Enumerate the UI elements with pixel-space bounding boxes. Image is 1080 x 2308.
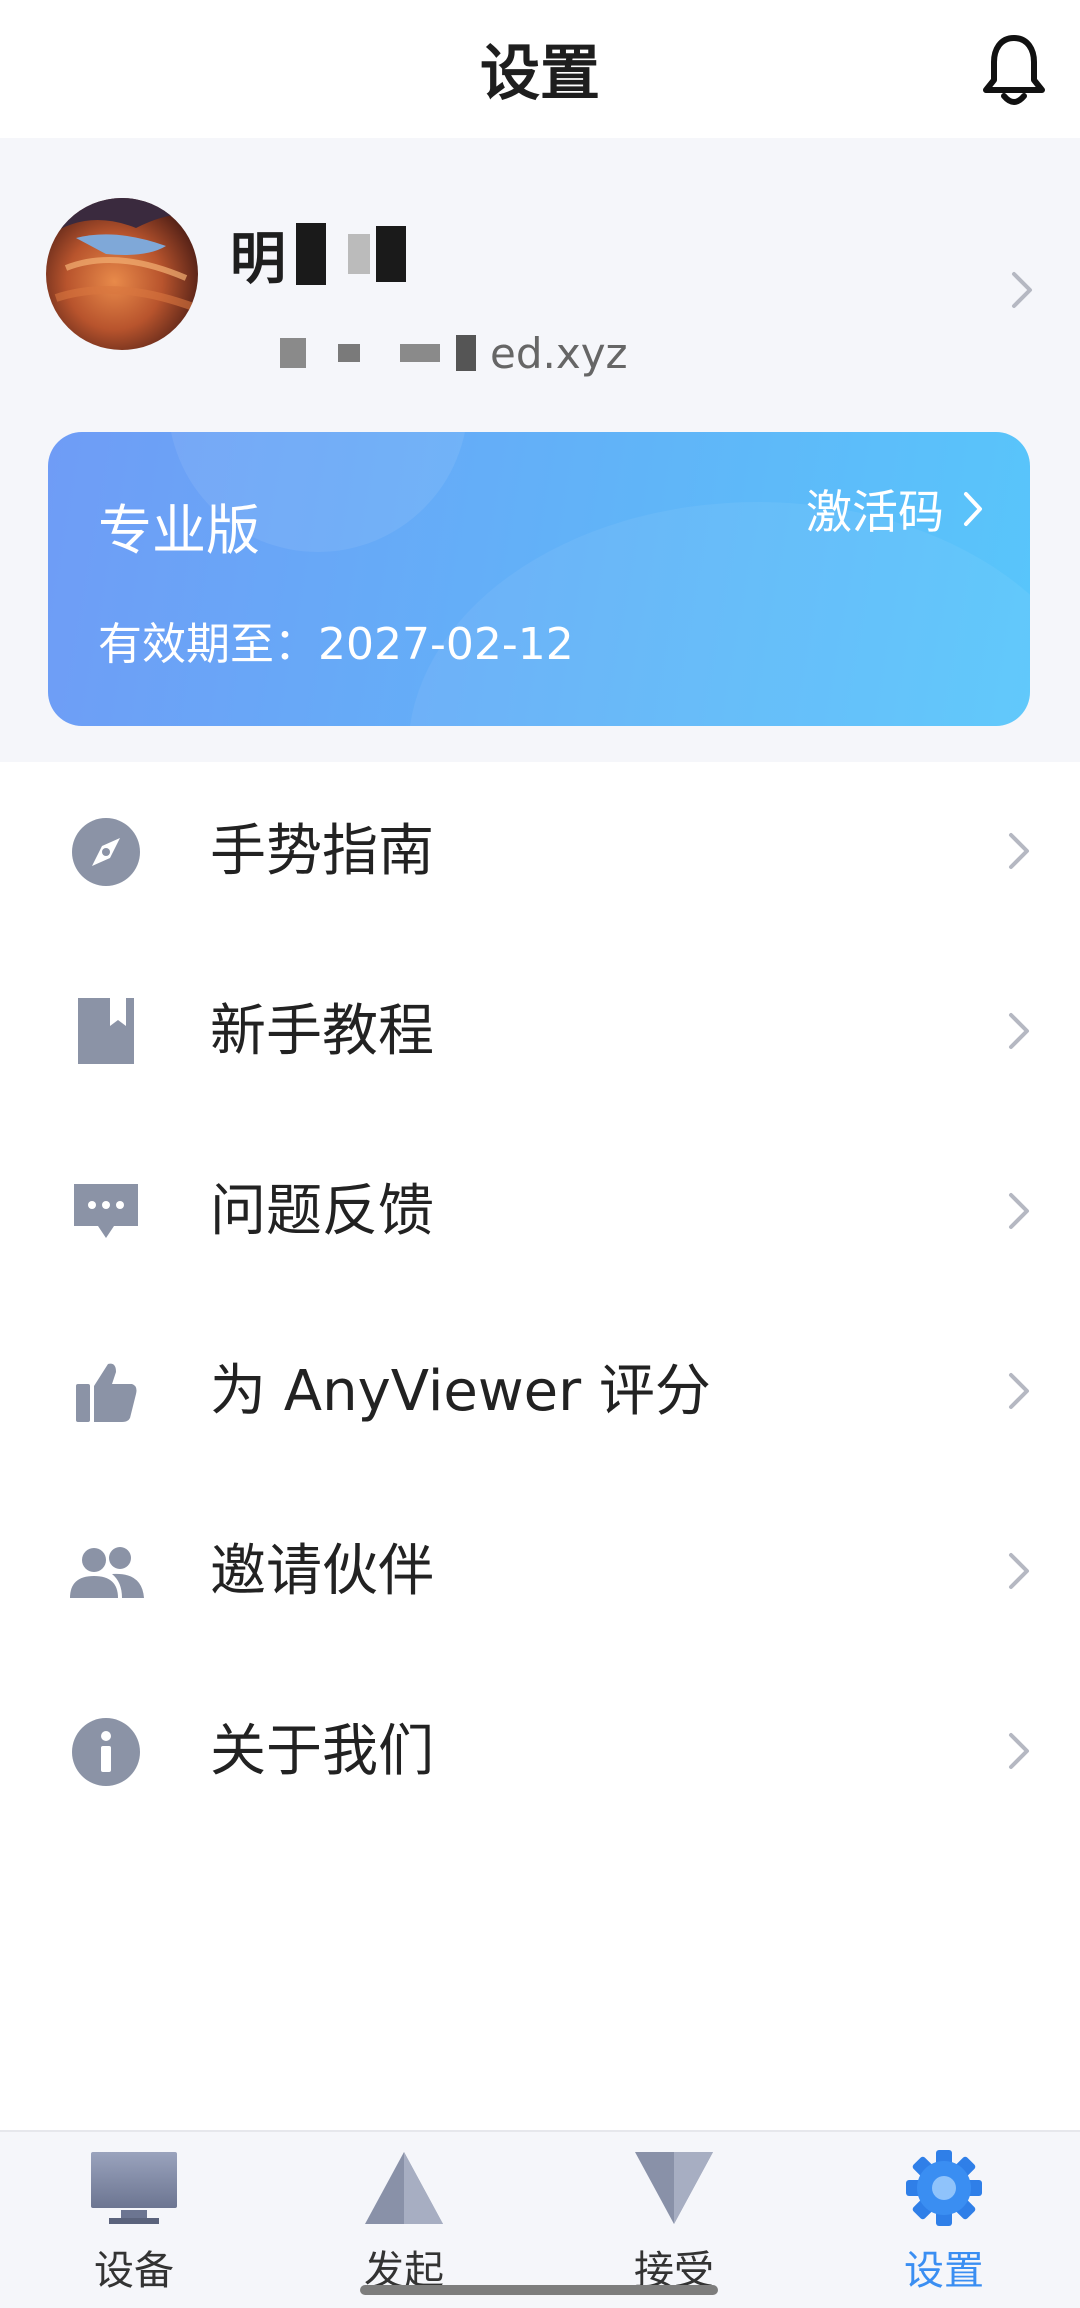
avatar[interactable] <box>46 198 198 350</box>
redaction-block <box>338 344 360 362</box>
menu-item-gesture-guide[interactable]: 手势指南 <box>0 762 1080 942</box>
chevron-right-icon <box>1009 1733 1029 1769</box>
menu-item-feedback[interactable]: 问题反馈 <box>0 1122 1080 1302</box>
book-icon <box>78 998 134 1064</box>
top-bar: 设置 <box>0 0 1080 138</box>
redaction-block <box>400 344 440 362</box>
profile-row[interactable]: 明 ed.xyz <box>0 138 1080 430</box>
profile-email: ed.xyz <box>280 318 628 388</box>
chevron-right-icon <box>1009 1553 1029 1589</box>
menu-item-label: 问题反馈 <box>210 1179 434 1244</box>
menu-item-label: 新手教程 <box>210 999 434 1064</box>
info-icon <box>72 1718 140 1786</box>
redaction-block <box>376 226 406 282</box>
tab-settings[interactable]: 设置 <box>834 2132 1054 2308</box>
profile-name: 明 <box>230 214 406 294</box>
triangle-up-icon <box>365 2152 443 2224</box>
chevron-right-icon <box>1012 272 1032 308</box>
tab-devices[interactable]: 设备 <box>24 2132 244 2308</box>
profile-email-text: ed.xyz <box>490 328 628 378</box>
gear-icon <box>906 2150 982 2226</box>
activation-code-label: 激活码 <box>806 485 944 539</box>
menu-item-about[interactable]: 关于我们 <box>0 1662 1080 1842</box>
profile-name-text: 明 <box>230 226 286 292</box>
chevron-right-icon <box>964 492 982 526</box>
chevron-right-icon <box>1009 1193 1029 1229</box>
chevron-right-icon <box>1009 833 1029 869</box>
license-edition: 专业版 <box>98 499 260 562</box>
tab-receive[interactable]: 接受 <box>564 2132 784 2308</box>
redaction-block <box>348 234 370 274</box>
chevron-right-icon <box>1009 1373 1029 1409</box>
menu-item-label: 关于我们 <box>210 1719 434 1784</box>
chevron-right-icon <box>1009 1013 1029 1049</box>
thumbs-up-icon <box>76 1363 137 1422</box>
tab-initiate[interactable]: 发起 <box>294 2132 514 2308</box>
people-icon <box>70 1547 144 1598</box>
menu-item-tutorial[interactable]: 新手教程 <box>0 942 1080 1122</box>
monitor-icon <box>91 2152 177 2224</box>
menu-item-rate-app[interactable]: 为 AnyViewer 评分 <box>0 1302 1080 1482</box>
menu-item-label: 邀请伙伴 <box>210 1539 434 1604</box>
menu-item-label: 手势指南 <box>210 819 434 884</box>
bottom-tab-bar: 设备 发起 接受 设置 <box>0 2130 1080 2308</box>
menu-item-label: 为 AnyViewer 评分 <box>210 1359 711 1424</box>
page-title: 设置 <box>480 39 600 109</box>
bell-icon[interactable] <box>978 30 1050 110</box>
compass-icon <box>72 818 140 886</box>
redaction-block <box>296 223 326 285</box>
menu-item-invite[interactable]: 邀请伙伴 <box>0 1482 1080 1662</box>
redaction-block <box>280 338 306 368</box>
settings-menu: 手势指南 新手教程 问题反馈 为 AnyViewer 评分 邀请伙伴 关于我们 <box>0 762 1080 2132</box>
redaction-block <box>456 335 476 371</box>
tab-label: 设置 <box>904 2248 984 2294</box>
triangle-down-icon <box>635 2152 713 2224</box>
activation-code-button[interactable]: 激活码 <box>806 476 984 542</box>
license-expiry: 有效期至：2027-02-12 <box>98 619 574 670</box>
license-card: 专业版 有效期至：2027-02-12 激活码 <box>48 432 1030 726</box>
feedback-icon <box>74 1184 138 1238</box>
home-indicator[interactable] <box>360 2285 718 2295</box>
canyon-photo-avatar <box>46 198 198 350</box>
tab-label: 设备 <box>94 2248 174 2294</box>
